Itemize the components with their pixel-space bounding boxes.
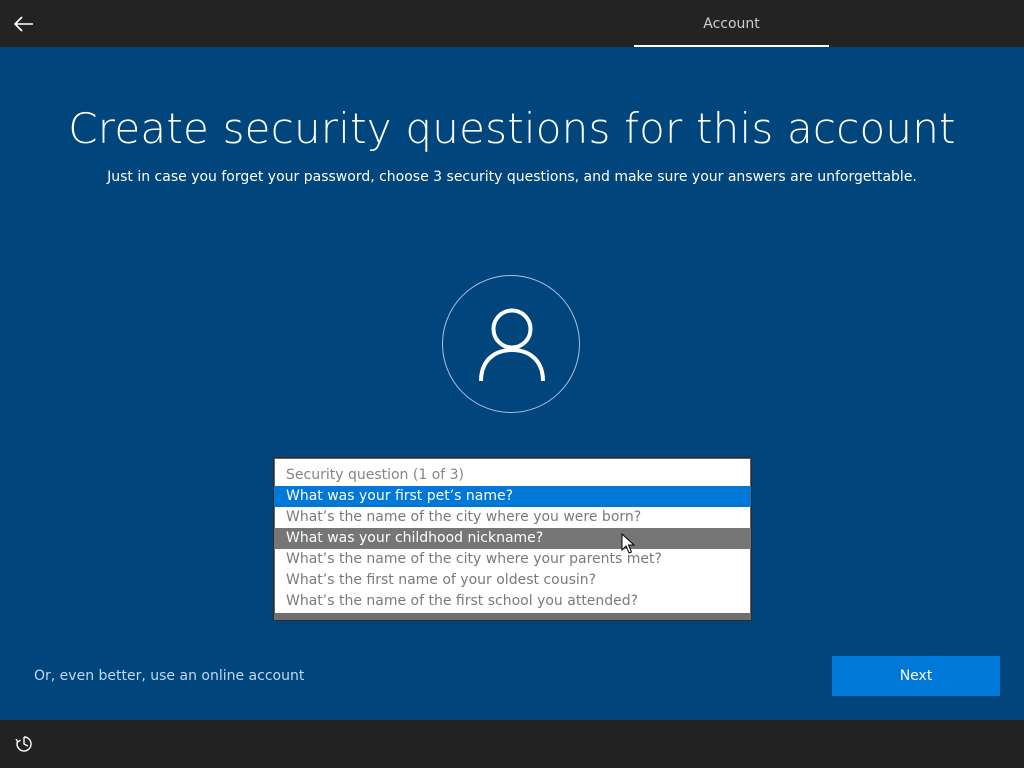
user-icon (479, 308, 545, 382)
dropdown-header: Security question (1 of 3) (286, 467, 465, 483)
dropdown-option[interactable]: What’s the name of the first school you … (274, 591, 751, 612)
dropdown-option[interactable]: What was your first pet’s name? (274, 486, 751, 507)
tab-account[interactable]: Account (634, 0, 829, 47)
dropdown-option[interactable]: What’s the name of the city where you we… (274, 507, 751, 528)
back-arrow-icon (14, 16, 33, 32)
next-button[interactable]: Next (832, 656, 1000, 696)
avatar (442, 275, 580, 413)
dropdown-option[interactable]: What’s the name of the city where your p… (274, 549, 751, 570)
ease-of-access-icon[interactable] (14, 734, 34, 754)
mouse-cursor-icon (621, 533, 635, 554)
back-button[interactable] (6, 6, 42, 42)
page-title: Create security questions for this accou… (68, 104, 956, 153)
dropdown-option[interactable]: What was your childhood nickname? (274, 528, 751, 549)
bottom-bar (0, 720, 1024, 768)
online-account-link[interactable]: Or, even better, use an online account (34, 668, 304, 684)
page-subtitle: Just in case you forget your password, c… (107, 169, 917, 185)
dropdown-option[interactable]: What’s the first name of your oldest cou… (274, 570, 751, 591)
security-question-dropdown[interactable]: Security question (1 of 3) What was your… (273, 457, 752, 621)
dropdown-bottom-bar (274, 613, 751, 620)
top-bar: Account (0, 0, 1024, 47)
